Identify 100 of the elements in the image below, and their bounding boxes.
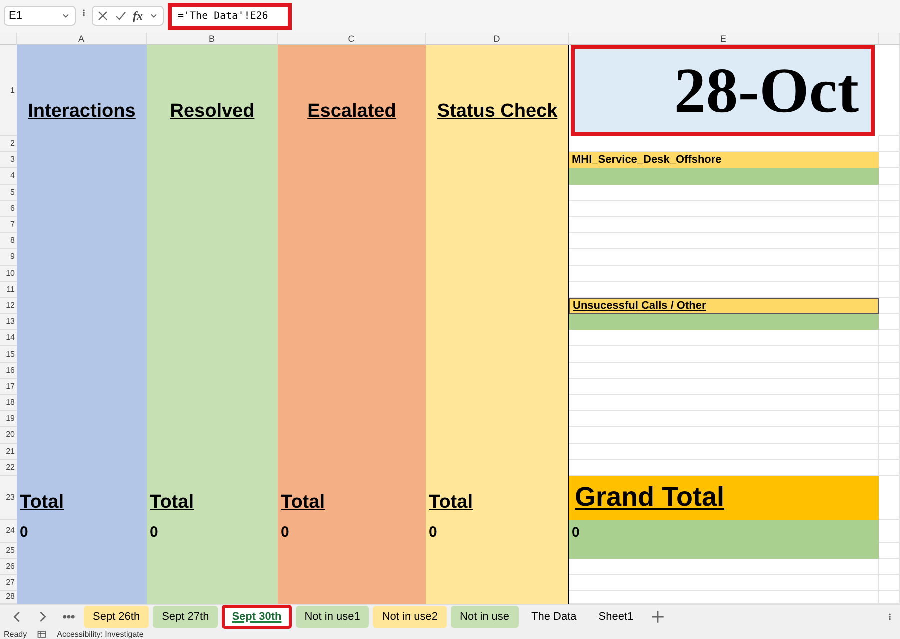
row-header[interactable]: 21 [0,444,17,460]
table-cell[interactable] [879,200,900,217]
row-header[interactable]: 11 [0,282,17,298]
table-cell[interactable] [569,200,879,217]
total-label: Total [20,492,64,514]
table-cell[interactable] [879,136,900,152]
total-value: 0 [429,524,438,541]
table-cell[interactable] [879,558,900,575]
table-cell[interactable] [569,378,879,395]
sheet-tab[interactable]: Not in use2 [373,606,448,628]
sheet-tab[interactable]: Not in use1 [296,606,370,628]
row-header[interactable]: 26 [0,558,17,575]
table-cell[interactable] [569,395,879,412]
row-header[interactable]: 23 [0,476,17,520]
table-cell[interactable] [879,395,900,412]
table-cell[interactable] [879,233,900,250]
table-cell[interactable] [879,330,900,346]
row-header[interactable]: 14 [0,330,17,346]
row-header[interactable]: 28 [0,590,17,604]
row-header[interactable]: 4 [0,168,17,185]
row-header[interactable]: 10 [0,266,17,282]
row-header[interactable]: 13 [0,314,17,330]
column-header[interactable]: B [147,33,278,45]
sheet-tab[interactable]: Sept 27th [153,606,218,628]
accessibility-status[interactable]: Accessibility: Investigate [57,630,144,639]
table-cell[interactable] [569,233,879,250]
section-title: Unsucessful Calls / Other [569,298,879,314]
row-header[interactable]: 27 [0,574,17,591]
select-all-corner[interactable] [0,33,17,45]
column-header[interactable]: D [426,33,569,45]
table-cell[interactable] [569,249,879,266]
table-cell[interactable] [879,282,900,298]
column-title: Status Check [437,101,558,123]
check-icon[interactable] [115,10,127,22]
sheet-tab[interactable]: Sept 30th [222,604,292,629]
row-header[interactable]: 8 [0,233,17,250]
row-header[interactable]: 5 [0,184,17,201]
column-header[interactable]: C [278,33,426,45]
total-label: Total [281,492,325,514]
table-cell[interactable] [569,444,879,460]
formula-field[interactable]: ='The Data'!E26 [168,3,292,30]
table-cell[interactable] [879,444,900,460]
table-cell[interactable] [879,45,900,136]
row-header[interactable]: 2 [0,136,17,152]
row-header[interactable]: 1 [0,45,17,136]
sheet-tab[interactable]: Sheet1 [590,606,643,628]
date-cell: 28-Oct [571,45,875,136]
column-header[interactable]: A [17,33,147,45]
row-header[interactable]: 22 [0,460,17,476]
table-cell[interactable] [879,427,900,444]
name-box[interactable]: E1 [4,6,76,26]
row-header[interactable]: 18 [0,395,17,412]
table-cell[interactable] [879,216,900,234]
function-button[interactable]: fx [133,8,143,24]
column-header[interactable]: E [569,33,879,45]
row-header[interactable]: 20 [0,427,17,444]
column-title: Escalated [308,101,396,123]
close-icon[interactable] [97,10,109,22]
section-title: MHI_Service_Desk_Offshore [569,152,879,168]
table-cell[interactable] [879,346,900,363]
row-header[interactable]: 15 [0,346,17,363]
grand-total-label: Grand Total [569,476,879,520]
row-header[interactable]: 6 [0,200,17,217]
total-value: 0 [281,524,290,541]
row-header[interactable]: 12 [0,298,17,314]
sheet-tab[interactable]: Not in use [451,606,519,628]
sheet-tab[interactable]: Sept 26th [84,606,150,628]
table-cell[interactable] [879,362,900,379]
total-label: Total [150,492,194,514]
row-header[interactable]: 16 [0,362,17,379]
table-cell[interactable] [569,346,879,363]
column-header[interactable] [879,33,900,45]
total-label: Total [429,492,473,514]
sheet-tab[interactable]: The Data [522,606,586,628]
row-header[interactable]: 19 [0,411,17,428]
sheet-icon[interactable] [37,630,48,639]
table-cell[interactable] [569,411,879,428]
table-cell[interactable] [569,216,879,234]
table-cell[interactable] [879,184,900,201]
row-header[interactable]: 3 [0,152,17,168]
table-cell[interactable] [879,378,900,395]
row-header[interactable]: 7 [0,216,17,234]
column-title: Resolved [170,101,255,123]
row-header[interactable]: 25 [0,542,17,559]
table-cell[interactable] [569,427,879,444]
table-cell[interactable] [569,266,879,282]
table-cell[interactable] [879,266,900,282]
table-cell[interactable] [879,411,900,428]
table-cell[interactable] [569,362,879,379]
add-icon[interactable] [650,610,665,624]
row-header[interactable]: 17 [0,378,17,395]
status-text: Ready [4,630,28,639]
table-cell[interactable] [569,574,879,591]
table-cell[interactable] [879,460,900,476]
row-header[interactable]: 9 [0,249,17,266]
total-value: 0 [20,524,28,541]
table-cell[interactable] [879,574,900,591]
column-title: Interactions [28,101,136,123]
row-header[interactable]: 24 [0,520,17,543]
table-cell[interactable] [879,249,900,266]
